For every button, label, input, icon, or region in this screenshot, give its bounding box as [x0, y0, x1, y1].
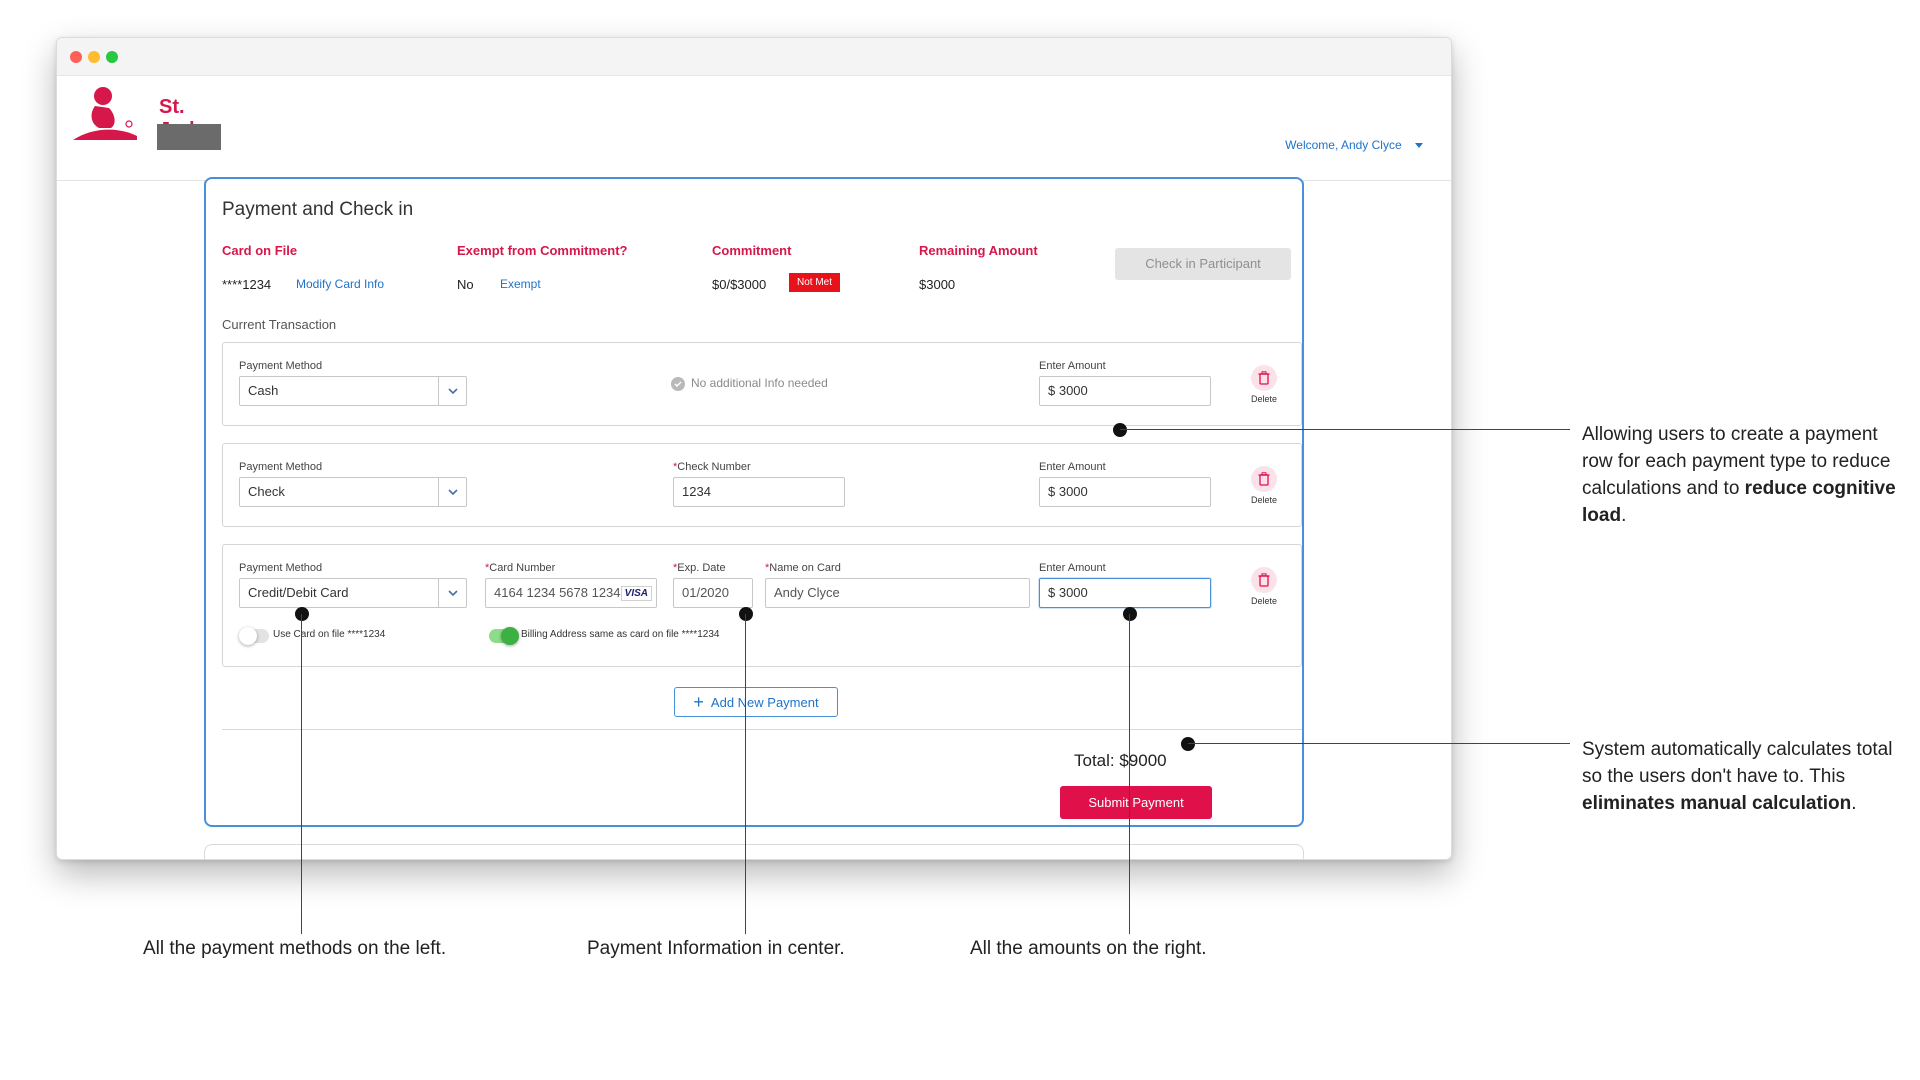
annotation-line-rows	[1120, 429, 1570, 430]
total-amount: Total: $9000	[1074, 751, 1167, 770]
commitment-label: Commitment	[712, 243, 792, 258]
no-info-note: No additional Info needed	[671, 376, 828, 391]
payment-method-label: Payment Method	[239, 562, 323, 574]
browser-window: St. Jude Welcome, Andy Clyce Payment and…	[56, 37, 1452, 860]
check-number-input[interactable]: 1234	[673, 477, 845, 507]
add-new-payment-button[interactable]: + Add New Payment	[674, 687, 838, 717]
commitment-value: $0/$3000	[712, 277, 767, 292]
st-jude-logo[interactable]: St. Jude	[71, 84, 221, 150]
remaining-label: Remaining Amount	[919, 243, 1038, 258]
submit-payment-button[interactable]: Submit Payment	[1060, 786, 1212, 819]
welcome-text: Welcome, Andy Clyce	[1285, 138, 1402, 152]
card-number-input[interactable]: 4164 1234 5678 1234 VISA	[485, 578, 657, 608]
exp-date-label: *Exp. Date	[673, 562, 726, 574]
payment-row-check: Payment Method Check *Check Number 1234 …	[222, 443, 1302, 527]
divider	[222, 729, 1302, 730]
enter-amount-label: Enter Amount	[1039, 461, 1106, 473]
canvas: St. Jude Welcome, Andy Clyce Payment and…	[0, 0, 1920, 1080]
annotation-dot-info	[739, 607, 753, 621]
annotation-dot-rows	[1113, 423, 1127, 437]
close-window-button[interactable]	[70, 51, 82, 63]
card-number-value: 4164 1234 5678 1234	[494, 585, 621, 600]
payment-panel: Payment and Check in Card on File ****12…	[204, 177, 1304, 827]
check-number-label: *Check Number	[673, 461, 751, 473]
enter-amount-label: Enter Amount	[1039, 360, 1106, 372]
delete-label[interactable]: Delete	[1251, 596, 1277, 606]
window-titlebar	[57, 38, 1451, 76]
payment-row-cash: Payment Method Cash No additional Info n…	[222, 342, 1302, 426]
exp-date-input[interactable]: 01/2020	[673, 578, 753, 608]
payment-method-label: Payment Method	[239, 461, 323, 473]
chevron-down-icon	[438, 579, 466, 607]
card-on-file-label: Card on File	[222, 243, 298, 258]
annotation-line-info	[745, 614, 746, 934]
billing-address-toggle[interactable]	[489, 627, 519, 645]
annotation-dot-methods	[295, 607, 309, 621]
name-on-card-label: *Name on Card	[765, 562, 841, 574]
payment-method-value: Check	[248, 484, 285, 499]
trash-icon[interactable]	[1251, 567, 1277, 593]
modify-card-link[interactable]: Modify Card Info	[296, 277, 384, 291]
delete-label[interactable]: Delete	[1251, 394, 1277, 404]
payment-method-label: Payment Method	[239, 360, 323, 372]
payment-method-value: Cash	[248, 383, 279, 398]
exempt-value: No	[457, 277, 474, 292]
user-menu[interactable]: Welcome, Andy Clyce	[1285, 138, 1423, 152]
remaining-value: $3000	[919, 277, 956, 292]
annotation-line-amounts	[1129, 614, 1130, 934]
payment-method-select[interactable]: Check	[239, 477, 467, 507]
use-card-on-file-label: Use Card on file ****1234	[273, 629, 386, 640]
chevron-down-icon	[438, 377, 466, 405]
name-on-card-input[interactable]: Andy Clyce	[765, 578, 1030, 608]
check-circle-icon	[671, 376, 685, 391]
check-in-participant-button[interactable]: Check in Participant	[1115, 248, 1291, 280]
delete-label[interactable]: Delete	[1251, 495, 1277, 505]
annotation-total: System automatically calculates total so…	[1582, 739, 1893, 814]
payment-method-select[interactable]: Cash	[239, 376, 467, 406]
trash-icon[interactable]	[1251, 466, 1277, 492]
exempt-label: Exempt from Commitment?	[457, 243, 628, 258]
annotation-line-methods	[301, 614, 302, 934]
chevron-down-icon	[1415, 143, 1423, 149]
no-info-text: No additional Info needed	[691, 376, 828, 390]
current-transaction-label: Current Transaction	[222, 317, 337, 332]
enter-amount-label: Enter Amount	[1039, 562, 1106, 574]
logo-subtitle-block	[157, 124, 221, 150]
amount-input[interactable]: $ 3000	[1039, 477, 1211, 507]
panel-title: Payment and Check in	[222, 199, 414, 220]
st-jude-child-icon	[73, 87, 137, 140]
annotation-rows: Allowing users to create a payment row f…	[1582, 424, 1896, 526]
minimize-window-button[interactable]	[88, 51, 100, 63]
trash-icon[interactable]	[1251, 365, 1277, 391]
payment-method-value: Credit/Debit Card	[248, 585, 349, 600]
chevron-down-icon	[438, 478, 466, 506]
annotation-methods: All the payment methods on the left.	[143, 938, 447, 959]
next-card-edge	[204, 844, 1304, 859]
app-header: St. Jude Welcome, Andy Clyce	[57, 76, 1451, 181]
plus-icon: +	[693, 692, 704, 712]
exempt-link[interactable]: Exempt	[500, 277, 541, 291]
amount-input[interactable]: $ 3000	[1039, 578, 1211, 608]
card-on-file-value: ****1234	[222, 277, 272, 292]
annotation-amounts: All the amounts on the right.	[970, 938, 1207, 959]
annotation-dot-amounts	[1123, 607, 1137, 621]
card-number-label: *Card Number	[485, 562, 556, 574]
use-card-on-file-toggle[interactable]	[239, 627, 269, 645]
annotation-line-total	[1188, 743, 1570, 744]
visa-icon: VISA	[620, 586, 652, 601]
maximize-window-button[interactable]	[106, 51, 118, 63]
annotation-dot-total	[1181, 737, 1195, 751]
not-met-badge: Not Met	[789, 273, 841, 292]
payment-method-select[interactable]: Credit/Debit Card	[239, 578, 467, 608]
payment-row-card: Payment Method Credit/Debit Card *Card N…	[222, 544, 1302, 667]
add-new-payment-label: Add New Payment	[710, 694, 819, 710]
amount-input[interactable]: $ 3000	[1039, 376, 1211, 406]
billing-address-label: Billing Address same as card on file ***…	[521, 629, 720, 640]
annotation-info: Payment Information in center.	[587, 938, 845, 959]
